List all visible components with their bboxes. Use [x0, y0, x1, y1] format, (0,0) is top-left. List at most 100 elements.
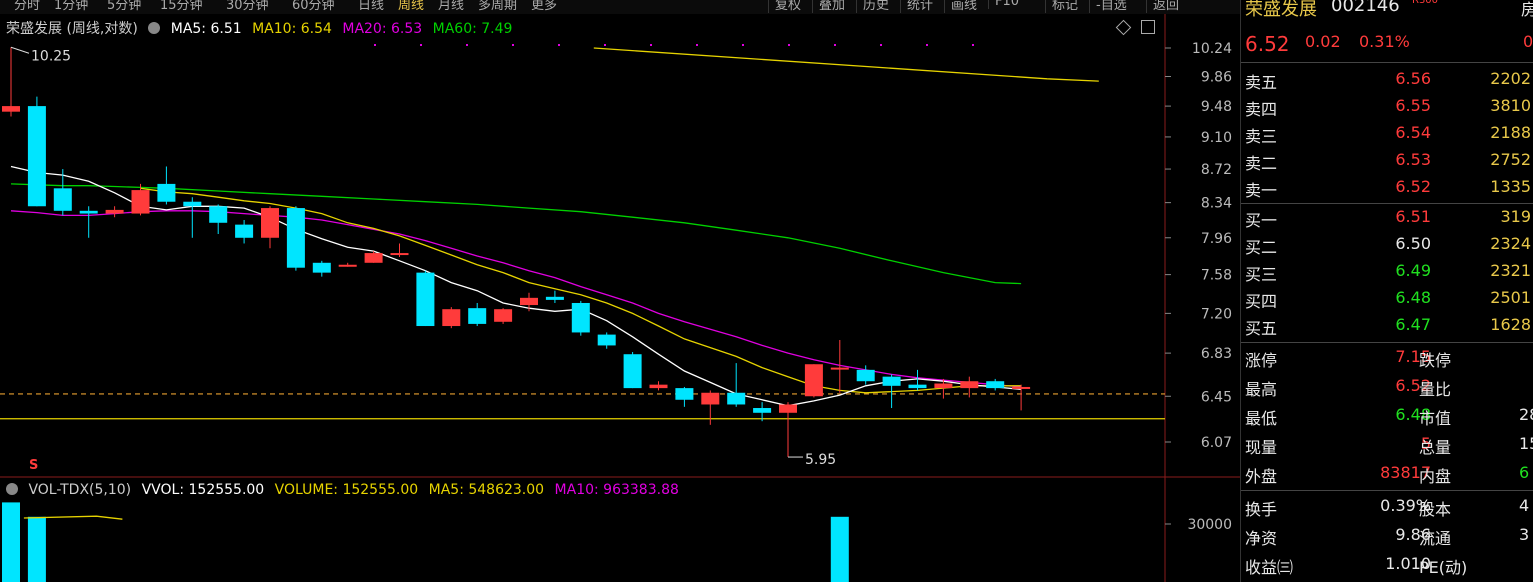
period-tab-8[interactable]: 月线 — [438, 0, 464, 13]
period-tab-7[interactable]: 周线 — [398, 0, 424, 13]
stat-label-2: 股本 — [1419, 500, 1452, 519]
y-tick-label-4: 8.72 — [1201, 162, 1232, 178]
bid-row-1: 买二 6.50 2324 — [1241, 232, 1533, 259]
marker-dot-0 — [374, 44, 376, 46]
candle-body-39 — [1012, 386, 1031, 389]
tool-button-5[interactable]: F10 — [988, 0, 1019, 9]
panel-toggle-icon[interactable] — [1141, 20, 1155, 34]
bid-label: 买四 — [1245, 292, 1278, 311]
tool-button-3[interactable]: 统计 — [900, 0, 933, 13]
candle-body-38 — [986, 381, 1005, 389]
tool-button-7[interactable]: -自选 — [1089, 0, 1127, 13]
volume-bar-extra-0 — [830, 516, 849, 582]
candle-body-19 — [494, 309, 513, 322]
bid-volume: 2321 — [1490, 261, 1531, 280]
candle-body-8 — [209, 206, 228, 223]
high-annotation: 10.25 — [31, 48, 71, 64]
stat-label: 现量 — [1245, 438, 1278, 457]
volume-bar-0 — [2, 502, 20, 582]
candle-body-14 — [364, 253, 383, 263]
candle-body-37 — [960, 381, 979, 389]
candle-body-9 — [235, 224, 254, 238]
tool-button-0[interactable]: 复权 — [768, 0, 801, 13]
y-tick-label-3: 9.10 — [1201, 130, 1232, 146]
candle-body-25 — [649, 384, 668, 389]
marker-dot-7 — [696, 44, 698, 46]
candle-body-12 — [312, 262, 331, 273]
bid-label: 买三 — [1245, 265, 1278, 284]
candle-body-30 — [779, 404, 797, 413]
bid-volume: 1628 — [1490, 315, 1531, 334]
stat-label: 最高 — [1245, 380, 1278, 399]
ask-volume: 1335 — [1490, 177, 1531, 196]
ask-price: 6.53 — [1395, 150, 1431, 169]
period-tab-0[interactable]: 分时 — [14, 0, 40, 13]
quote-divider-4 — [1241, 490, 1533, 491]
y-tick-label-11: 6.07 — [1201, 435, 1232, 451]
stat-row-7: 收益㈢ 1.010 PE(动) — [1241, 552, 1533, 579]
period-tab-5[interactable]: 60分钟 — [292, 0, 335, 13]
candle-body-6 — [157, 183, 176, 202]
y-tick-label-7: 7.58 — [1201, 268, 1232, 284]
vol-settings-icon[interactable] — [6, 483, 18, 495]
tool-button-1[interactable]: 叠加 — [812, 0, 845, 13]
candle-body-35 — [908, 384, 927, 389]
bid-row-0: 买一 6.51 319 — [1241, 205, 1533, 232]
stat-row-2: 最低6.48市值28 — [1241, 403, 1533, 430]
bid-row-4: 买五 6.47 1628 — [1241, 313, 1533, 340]
stat-label-2: PE(动) — [1419, 558, 1468, 577]
tool-button-4[interactable]: 画线 — [944, 0, 977, 13]
ma20-line — [10, 210, 1022, 388]
ask-price: 6.56 — [1395, 69, 1431, 88]
stat-label-2: 跌停 — [1419, 351, 1452, 370]
y-tick-label-9: 6.83 — [1201, 346, 1232, 362]
candle-body-1 — [27, 106, 46, 207]
main-legend: 荣盛发展 (周线,对数) MA5: 6.51 MA10: 6.54 MA20: … — [6, 18, 518, 38]
quote-divider-3 — [1241, 342, 1533, 343]
period-tab-10[interactable]: 更多 — [531, 0, 557, 13]
candle-body-2 — [53, 188, 72, 211]
candle-body-15 — [390, 253, 409, 256]
stat-label-2: 总量 — [1419, 438, 1452, 457]
quote-panel: 荣盛发展002146R300房6.520.020.31%0.卖五6.562202… — [1240, 0, 1533, 582]
marker-dot-1 — [420, 44, 422, 46]
tool-button-6[interactable]: 标记 — [1045, 0, 1078, 13]
period-tab-2[interactable]: 5分钟 — [107, 0, 141, 13]
candle-body-7 — [183, 201, 202, 207]
marker-dot-8 — [742, 44, 744, 46]
ma-long-line — [593, 47, 1099, 82]
ask-label: 卖一 — [1245, 181, 1278, 200]
bid-price: 6.47 — [1395, 315, 1431, 334]
candle-body-4 — [105, 209, 124, 214]
tool-button-8[interactable]: 返回 — [1146, 0, 1179, 13]
stat-label-2: 流通 — [1419, 529, 1452, 548]
period-tab-4[interactable]: 30分钟 — [226, 0, 269, 13]
period-tab-9[interactable]: 多周期 — [478, 0, 517, 13]
vol-ma5-label: MA5: 548623.00 — [428, 482, 545, 498]
y-tick-label-5: 8.34 — [1201, 196, 1232, 212]
marker-dot-11 — [880, 44, 882, 46]
stat-value-2: 15 — [1519, 434, 1533, 453]
period-tab-1[interactable]: 1分钟 — [54, 0, 88, 13]
side-label: 房 — [1521, 0, 1533, 19]
marker-dot-6 — [650, 44, 652, 46]
ask-label: 卖二 — [1245, 154, 1278, 173]
period-tab-3[interactable]: 15分钟 — [160, 0, 203, 13]
ask-label: 卖三 — [1245, 127, 1278, 146]
ma60-label: MA60: 7.49 — [432, 21, 513, 37]
tool-button-2[interactable]: 历史 — [856, 0, 889, 13]
candle-body-27 — [701, 392, 720, 405]
stat-row-3: 现量5总量15 — [1241, 432, 1533, 459]
candle-body-3 — [79, 210, 98, 214]
stat-label: 最低 — [1245, 409, 1278, 428]
candle-body-21 — [545, 296, 564, 300]
settings-icon[interactable] — [148, 22, 161, 34]
ask-price: 6.55 — [1395, 96, 1431, 115]
marker-dot-2 — [466, 44, 468, 46]
y-tick-label-8: 7.20 — [1201, 306, 1232, 322]
quote-divider-1 — [1241, 62, 1533, 63]
volume-legend: VOL-TDX(5,10) VVOL: 152555.00 VOLUME: 15… — [6, 482, 685, 498]
ma10-label: MA10: 6.54 — [252, 21, 332, 37]
bid-label: 买一 — [1245, 211, 1278, 230]
period-tab-6[interactable]: 日线 — [358, 0, 384, 13]
